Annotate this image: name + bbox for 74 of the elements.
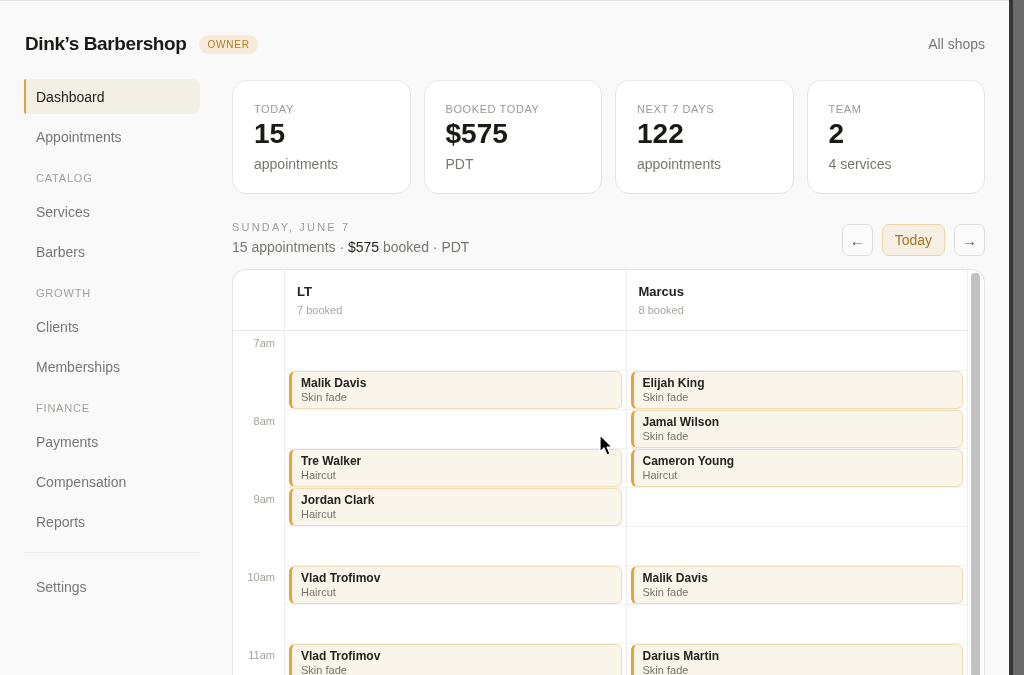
stat-label: TEAM [828,102,862,116]
appointment-card[interactable]: Jamal Wilson Skin fade [630,410,963,448]
today-button[interactable]: Today [881,224,945,256]
sidebar-section-label: GROWTH [36,287,92,300]
sidebar-item[interactable]: Clients [24,309,200,344]
client-name: Jordan Clark [301,493,375,507]
service-name: Haircut [301,468,336,482]
stat-caption: PDT [445,155,474,173]
appointment-card[interactable]: Darius Martin Skin fade [630,644,963,675]
service-name: Haircut [642,468,678,482]
sidebar-section-label: FINANCE [36,402,91,415]
shop-title: Dink’s Barbershop [25,33,187,55]
hour-label: 11am [248,648,275,662]
client-name: Vlad Trofimov [301,571,381,585]
appointment-card[interactable]: Vlad Trofimov Skin fade [289,644,622,675]
scrollbar-thumb[interactable] [971,273,980,675]
sidebar-item[interactable]: Settings [24,569,200,604]
service-name: Skin fade [642,429,689,443]
appointment-card[interactable]: Malik Davis Skin fade [289,371,622,409]
booked-count: 8 booked [638,303,684,317]
sidebar-item[interactable]: Barbers [24,234,200,269]
appointment-card[interactable]: Elijah King Skin fade [630,371,963,409]
stat-value: 15 [254,118,286,150]
sidebar-section-label: CATALOG [36,172,94,185]
barber-name: LT [297,284,312,300]
sidebar-item[interactable]: Dashboard [24,79,200,114]
stat-value: 122 [637,118,684,150]
stat-value: $575 [445,118,508,150]
stat-label: BOOKED TODAY [445,102,540,116]
client-name: Jamal Wilson [642,415,720,429]
role-badge: OWNER [199,34,258,54]
barber-name: Marcus [638,284,685,300]
booked-count: 7 booked [297,303,343,317]
client-name: Darius Martin [642,649,720,663]
appointment-card[interactable]: Jordan Clark Haircut [289,488,622,526]
sidebar-item[interactable]: Services [24,194,200,229]
previous-day-button[interactable]: ← [841,224,873,256]
client-name: Malik Davis [301,376,367,390]
mouse-pointer-icon [599,434,613,456]
stat-caption: appointments [254,155,339,173]
day-summary: 15 appointments · $575 booked · PDT [232,238,470,256]
sidebar-item[interactable]: Appointments [24,119,200,154]
client-name: Malik Davis [642,571,708,585]
next-day-button[interactable]: → [954,224,985,256]
stat-caption: 4 services [828,155,892,173]
service-name: Haircut [301,585,336,599]
appointment-card[interactable]: Cameron Young Haircut [630,449,963,487]
stat-caption: appointments [637,155,722,173]
hour-label: 10am [247,570,275,584]
service-name: Skin fade [642,390,689,404]
date-heading: SUNDAY, JUNE 7 [232,220,351,234]
client-name: Cameron Young [642,454,735,468]
appointment-card[interactable]: Tre Walker Haircut [289,449,622,487]
service-name: Skin fade [301,663,347,675]
service-name: Skin fade [301,390,347,404]
sidebar-item[interactable]: Memberships [24,349,200,384]
hour-label: 8am [253,414,275,428]
sidebar-item[interactable]: Payments [24,424,200,459]
service-name: Haircut [301,507,336,521]
service-name: Skin fade [642,663,689,675]
stat-label: TODAY [254,102,294,116]
sidebar-item[interactable]: Compensation [24,464,200,499]
client-name: Vlad Trofimov [301,649,381,663]
hour-label: 7am [253,336,275,350]
hour-label: 9am [253,492,275,506]
appointment-card[interactable]: Vlad Trofimov Haircut [289,566,622,604]
sidebar-item[interactable]: Reports [24,504,200,539]
stat-label: NEXT 7 DAYS [637,102,715,116]
appointment-card[interactable]: Malik Davis Skin fade [630,566,963,604]
service-name: Skin fade [642,585,689,599]
client-name: Tre Walker [301,454,362,468]
client-name: Elijah King [642,376,705,390]
all-shops-link[interactable]: All shops [928,36,985,52]
stat-value: 2 [828,118,845,150]
